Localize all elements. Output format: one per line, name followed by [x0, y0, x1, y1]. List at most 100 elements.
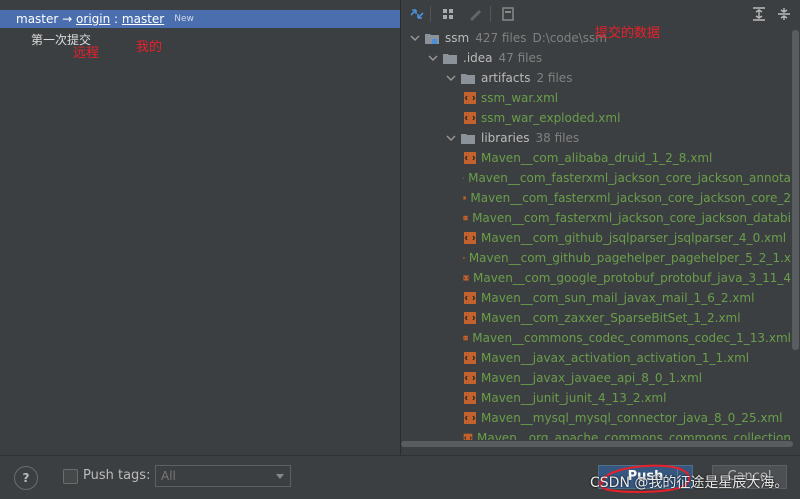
tree-file-row[interactable]: Maven__junit_junit_4_13_2.xml: [401, 388, 791, 408]
annotation-remote: 远程: [73, 46, 100, 61]
tree-folder-name: ssm: [445, 31, 470, 45]
xml-file-icon: [464, 152, 476, 164]
tree-file-name: Maven__com_sun_mail_javax_mail_1_6_2.xml: [481, 291, 755, 305]
push-tags-select[interactable]: All: [155, 465, 291, 487]
tree-file-name: Maven__com_google_protobuf_protobuf_java…: [473, 271, 791, 285]
xml-file-icon: [464, 112, 476, 124]
push-tags-checkbox[interactable]: [63, 469, 78, 484]
tree-folder-name: artifacts: [481, 71, 531, 85]
tree-folder-name: .idea: [463, 51, 493, 65]
changed-files-panel: ssm 427 files D:\code\ssm .idea 47 files arti…: [401, 0, 800, 455]
horizontal-scrollbar-thumb[interactable]: [401, 441, 793, 447]
tree-file-name: Maven__mysql_mysql_connector_java_8_0_25…: [481, 411, 783, 425]
tree-folder-row[interactable]: .idea 47 files: [401, 48, 791, 68]
chevron-down-icon[interactable]: [427, 52, 439, 64]
xml-file-icon: [463, 275, 469, 281]
xml-file-icon: [464, 372, 476, 384]
tree-file-name: Maven__com_fasterxml_jackson_core_jackso…: [468, 171, 791, 185]
tree-file-name: Maven__junit_junit_4_13_2.xml: [481, 391, 667, 405]
new-badge: New: [174, 14, 194, 24]
tree-file-name: Maven__com_github_jsqlparser_jsqlparser_…: [481, 231, 787, 245]
tree-file-name: ssm_war.xml: [481, 91, 559, 105]
push-tags-label: Push tags:: [83, 468, 151, 483]
tree-file-row[interactable]: Maven__commons_codec_commons_codec_1_13.…: [401, 328, 791, 348]
xml-file-icon: [464, 352, 476, 364]
tree-file-row[interactable]: Maven__com_fasterxml_jackson_core_jackso…: [401, 208, 791, 228]
xml-file-icon: [463, 177, 465, 179]
tree-file-row[interactable]: ssm_war_exploded.xml: [401, 108, 791, 128]
folder-icon: [443, 53, 457, 64]
folder-icon: [461, 133, 475, 144]
tree-file-row[interactable]: Maven__javax_activation_activation_1_1.x…: [401, 348, 791, 368]
xml-file-icon: [463, 215, 468, 221]
folder-icon: [425, 33, 439, 44]
xml-file-icon: [464, 292, 476, 304]
tree-file-row[interactable]: Maven__com_fasterxml_jackson_core_jackso…: [401, 168, 791, 188]
tree-file-row[interactable]: Maven__com_github_pagehelper_pagehelper_…: [401, 248, 791, 268]
expand-all-icon[interactable]: [751, 6, 767, 22]
tree-file-name: Maven__com_zaxxer_SparseBitSet_1_2.xml: [481, 311, 741, 325]
tree-folder-name: libraries: [481, 131, 530, 145]
vertical-scrollbar-thumb[interactable]: [792, 30, 799, 350]
file-count: 47 files: [498, 51, 543, 65]
horizontal-scrollbar[interactable]: [401, 440, 800, 448]
separator: :: [114, 12, 119, 26]
tree-folder-row[interactable]: libraries 38 files: [401, 128, 791, 148]
tree-folder-row[interactable]: artifacts 2 files: [401, 68, 791, 88]
file-count: 427 files: [475, 31, 527, 45]
dialog-footer: ? Push tags: All Push Cancel CSDN @我的征途是…: [0, 455, 800, 499]
toolbar-separator: [490, 6, 491, 22]
chevron-down-icon: [276, 474, 284, 479]
tree-file-name: Maven__com_alibaba_druid_1_2_8.xml: [481, 151, 713, 165]
xml-file-icon: [463, 196, 467, 200]
remote-branch-link[interactable]: master: [122, 12, 164, 26]
tree-file-row[interactable]: Maven__com_zaxxer_SparseBitSet_1_2.xml: [401, 308, 791, 328]
branch-row[interactable]: master → origin : master New: [0, 10, 400, 28]
watermark: CSDN @我的征途是星辰大海。: [590, 475, 789, 491]
toolbar-separator: [430, 6, 431, 22]
expand-diff-icon[interactable]: [409, 6, 425, 22]
tree-file-row[interactable]: Maven__com_sun_mail_javax_mail_1_6_2.xml: [401, 288, 791, 308]
tree-file-name: Maven__com_fasterxml_jackson_core_jackso…: [472, 211, 791, 225]
folder-icon: [461, 73, 475, 84]
remote-name-link[interactable]: origin: [76, 12, 110, 26]
branch-label: master → origin : master: [16, 12, 164, 26]
arrow: →: [62, 12, 73, 26]
xml-file-icon: [464, 92, 476, 104]
tree-file-name: Maven__javax_javaee_api_8_0_1.xml: [481, 371, 703, 385]
tree-file-name: Maven__com_fasterxml_jackson_core_jackso…: [470, 191, 791, 205]
tree-file-name: Maven__commons_codec_commons_codec_1_13.…: [472, 331, 791, 345]
edit-icon[interactable]: [467, 6, 483, 22]
tree-file-row[interactable]: ssm_war.xml: [401, 88, 791, 108]
help-button[interactable]: ?: [14, 466, 38, 490]
xml-file-icon: [463, 257, 465, 259]
chevron-down-icon[interactable]: [409, 32, 421, 44]
file-count: 38 files: [535, 131, 580, 145]
vertical-scrollbar[interactable]: [792, 30, 799, 440]
file-count: 2 files: [536, 71, 573, 85]
tree-file-row[interactable]: Maven__javax_javaee_api_8_0_1.xml: [401, 368, 791, 388]
xml-file-icon: [464, 312, 476, 324]
show-diff-icon[interactable]: [500, 6, 516, 22]
tree-file-row[interactable]: Maven__com_google_protobuf_protobuf_java…: [401, 268, 791, 288]
annotation-committed-data: 提交的数据: [595, 26, 661, 41]
xml-file-icon: [464, 412, 476, 424]
push-tags-value: All: [161, 469, 176, 483]
tree-file-row[interactable]: Maven__com_fasterxml_jackson_core_jackso…: [401, 188, 791, 208]
chevron-down-icon[interactable]: [445, 132, 457, 144]
group-by-icon[interactable]: [441, 6, 457, 22]
tree-file-name: Maven__com_github_pagehelper_pagehelper_…: [468, 251, 791, 265]
xml-file-icon: [463, 335, 468, 341]
local-branch: master: [16, 12, 59, 26]
collapse-all-icon[interactable]: [776, 6, 792, 22]
tree-file-name: Maven__javax_activation_activation_1_1.x…: [481, 351, 750, 365]
xml-file-icon: [464, 232, 476, 244]
annotation-mine: 我的: [136, 40, 163, 55]
tree-file-name: ssm_war_exploded.xml: [481, 111, 621, 125]
tree-file-row[interactable]: Maven__com_github_jsqlparser_jsqlparser_…: [401, 228, 791, 248]
chevron-down-icon[interactable]: [445, 72, 457, 84]
push-commits-panel: master → origin : master New 第一次提交 远程 我的: [0, 0, 400, 455]
tree-file-row[interactable]: Maven__com_alibaba_druid_1_2_8.xml: [401, 148, 791, 168]
xml-file-icon: [464, 392, 476, 404]
tree-file-row[interactable]: Maven__mysql_mysql_connector_java_8_0_25…: [401, 408, 791, 428]
